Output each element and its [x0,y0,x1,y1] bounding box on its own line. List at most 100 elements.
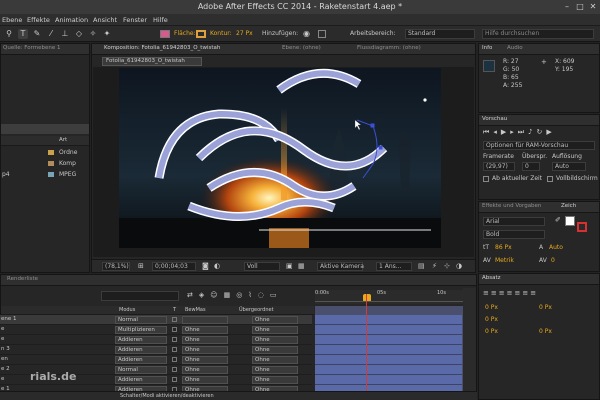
preview-mode-select[interactable]: Optionen für RAM-Vorschau [483,141,595,150]
indent-right-value[interactable]: 0 Px [539,305,552,311]
align-center-icon[interactable]: ≡ [491,290,499,297]
layer-solo-box[interactable] [172,337,177,342]
layer-search-input[interactable] [101,291,179,301]
eyedropper-icon[interactable]: ✐ [555,217,561,224]
clone-tool-icon[interactable]: ⊥ [60,29,70,39]
tab-flowchart[interactable]: Flussdiagramm: (ohne) [357,45,421,52]
eraser-tool-icon[interactable]: ◇ [74,29,84,39]
zoom-select[interactable]: (78,1%) [102,262,130,271]
layer-track-bar[interactable] [315,355,462,365]
leading-value[interactable]: Auto [549,245,563,251]
ram-preview-icon[interactable]: ▶ [546,129,555,136]
puppet-tool-icon[interactable]: ✦ [102,29,112,39]
grid-icon[interactable]: ⊞ [138,263,144,270]
indent-left-value[interactable]: 0 Px [485,305,498,311]
tab-character[interactable]: Zeich [561,203,576,210]
camera-select[interactable]: Aktive Kamera [317,262,364,271]
tab-layer[interactable]: Ebene: (ohne) [282,45,321,52]
project-item[interactable]: Komp [1,159,89,169]
toggle-switches-modes[interactable]: Schalter/Modi aktivieren/deaktivieren [120,394,214,399]
project-item[interactable]: p4 MPEG [1,170,89,180]
roto-tool-icon[interactable]: ✧ [88,29,98,39]
add-button-icon[interactable]: ◉ [303,30,310,38]
layer-track-bar[interactable] [315,365,462,375]
resolution-select[interactable]: Voll [244,262,280,271]
menu-ebene[interactable]: Ebene [2,17,22,24]
first-frame-icon[interactable]: ⏮ [483,129,493,136]
frame-blending-icon[interactable]: ▦ [224,292,237,299]
font-size-value[interactable]: 86 Px [495,245,512,251]
project-item[interactable]: Ordne [1,148,89,158]
layer-solo-box[interactable] [172,357,177,362]
tab-composition[interactable]: Komposition: Fotolia_61942803_O_twistah [104,45,220,52]
minimize-icon[interactable]: – [562,2,572,11]
layer-mode-select[interactable]: Addieren [115,356,167,364]
help-search-input[interactable]: Hilfe durchsuchen [482,29,594,39]
next-frame-icon[interactable]: ▸ [510,129,518,136]
tab-audio[interactable]: Audio [507,45,523,52]
justify-left-icon[interactable]: ≡ [507,290,515,297]
layer-solo-box[interactable] [172,347,177,352]
composition-frame[interactable] [119,68,441,248]
layer-mode-select[interactable]: Addieren [115,346,167,354]
font-style-select[interactable]: Bold [483,230,545,239]
layer-solo-box[interactable] [172,327,177,332]
kerning-value[interactable]: Metrik [495,258,514,264]
layer-mode-select[interactable]: Multiplizieren [115,326,167,334]
layer-parent-select[interactable]: Ohne [252,366,298,374]
flowchart-icon[interactable]: ⊹ [444,263,450,270]
layer-mode-select[interactable]: Addieren [115,336,167,344]
space-after-value[interactable]: 0 Px [539,329,552,335]
layer-track-bar[interactable] [315,325,462,335]
tab-render-queue[interactable]: Renderliste [7,276,38,283]
align-right-icon[interactable]: ≡ [499,290,507,297]
close-icon[interactable]: ✕ [588,2,598,11]
layer-row[interactable]: n 3 Addieren Ohne Ohne [0,345,312,355]
layer-trackmatte-select[interactable]: Ohne [182,366,228,374]
graph-editor-icon[interactable]: ⌇ [248,292,257,299]
fill-swatch[interactable] [160,30,170,38]
tracking-value[interactable]: 0 [551,258,555,264]
menu-effekte[interactable]: Effekte [27,17,50,24]
fill-color-swatch[interactable] [565,216,575,226]
pin-icon[interactable]: ⚲ [4,29,14,39]
brainstorm-icon[interactable]: ◌ [258,292,270,299]
layer-trackmatte-select[interactable]: Ohne [182,346,228,354]
space-before-value[interactable]: 0 Px [485,329,498,335]
timecode-display[interactable]: 0;00;04;03 [152,262,196,271]
layer-trackmatte-select[interactable] [182,316,228,324]
menu-fenster[interactable]: Fenster [123,17,147,24]
align-left-icon[interactable]: ≡ [483,290,491,297]
menu-ansicht[interactable]: Ansicht [93,17,117,24]
layer-mode-select[interactable]: Normal [115,366,167,374]
comp-flowchart-icon[interactable]: ⇄ [187,292,199,299]
pen-tool-icon[interactable]: ✎ [32,29,42,39]
justify-all-icon[interactable]: ≡ [530,290,538,297]
text-tool-icon[interactable]: T [18,29,28,39]
draft-3d-icon[interactable]: ◈ [199,292,210,299]
loop-icon[interactable]: ↻ [537,129,547,136]
layer-parent-select[interactable]: Ohne [252,356,298,364]
brush-tool-icon[interactable]: ⁄ [46,29,56,39]
last-frame-icon[interactable]: ⏭ [518,129,528,136]
resolution-select[interactable]: Auto [552,162,586,171]
shy-layers-icon[interactable]: ☺ [210,292,223,299]
fast-preview-icon[interactable]: ⚡ [432,263,437,270]
justify-center-icon[interactable]: ≡ [515,290,523,297]
views-select[interactable]: 1 Ans... [376,262,412,271]
layer-parent-select[interactable]: Ohne [252,336,298,344]
framerate-select[interactable]: (29,97) [483,162,515,171]
region-icon[interactable]: ▣ [286,263,293,270]
layer-track-bar[interactable] [315,345,462,355]
indent-first-value[interactable]: 0 Px [485,317,498,323]
layer-trackmatte-select[interactable]: Ohne [182,326,228,334]
motion-blur-icon[interactable]: ◎ [236,292,248,299]
stroke-color-swatch[interactable] [577,222,587,232]
time-ruler[interactable]: 0:00s 05s 10s [315,290,463,304]
audio-icon[interactable]: ♪ [528,129,536,136]
tab-info[interactable]: Info [482,45,492,52]
layer-row[interactable]: en Addieren Ohne Ohne [0,355,312,365]
timeline-scrollbar[interactable] [463,288,476,392]
menu-animation[interactable]: Animation [55,17,88,24]
layer-parent-select[interactable]: Ohne [252,346,298,354]
